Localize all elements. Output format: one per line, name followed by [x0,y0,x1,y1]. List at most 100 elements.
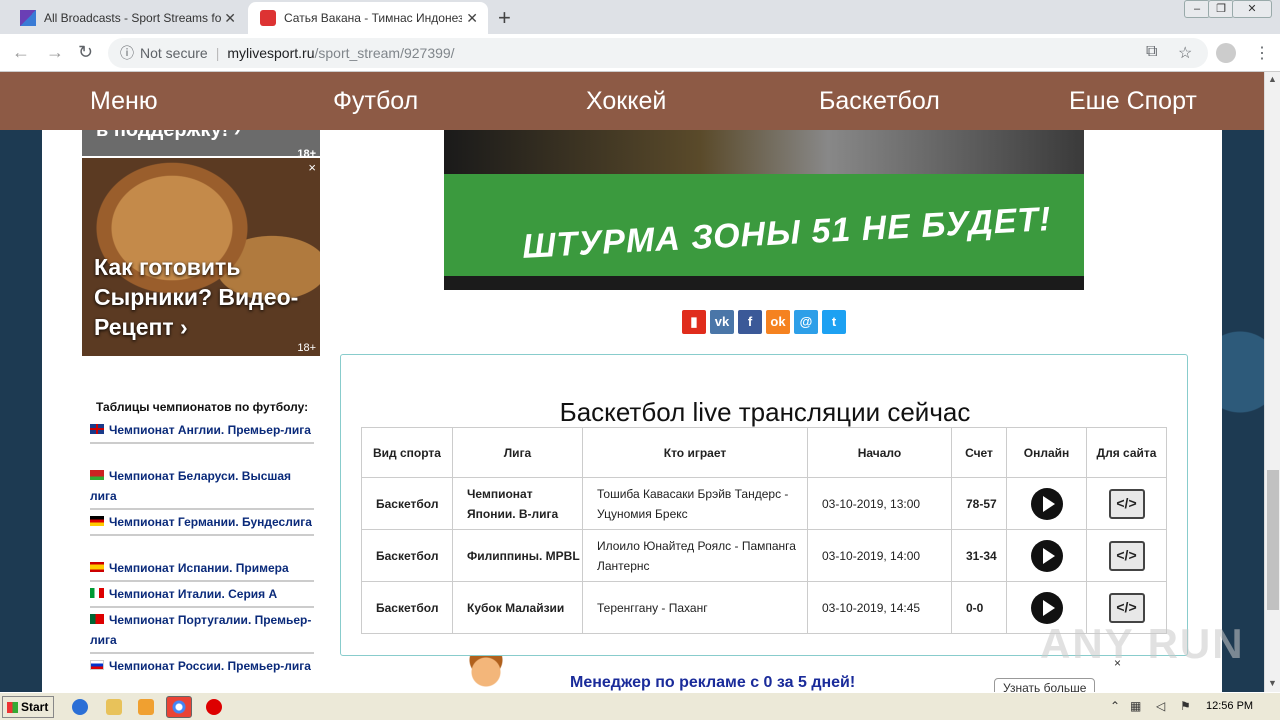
table-row[interactable]: Баскетбол Филиппины. MPBL Илоило Юнайтед… [361,529,1167,582]
nav-hockey[interactable]: Хоккей [586,87,666,116]
col-sport: Вид спорта [361,427,453,478]
cell-start: 03-10-2019, 13:00 [807,477,952,530]
profile-avatar[interactable] [1216,43,1236,63]
league-link[interactable]: Чемпионат Германии. Бундеслига [90,512,314,536]
forward-icon[interactable]: → [46,42,64,63]
cell-score: 78-57 [951,477,1007,530]
tab-title: All Broadcasts - Sport Streams for each [44,11,222,25]
play-icon[interactable] [1030,487,1063,520]
cell-embed: </> [1086,477,1167,530]
minimize-button[interactable]: – [1184,0,1210,18]
broadcasts-title: Баскетбол live трансляции сейчас [559,397,971,427]
menu-icon[interactable]: ⋮ [1254,43,1270,63]
clock: 12:56 PM [1206,700,1254,712]
odnoklassniki-icon[interactable]: ok [766,310,790,334]
league-label: Чемпионат Португалии. Премьер-лига [90,613,312,647]
vk-icon[interactable]: vk [710,310,734,334]
star-icon[interactable]: ☆ [1178,43,1192,63]
translate-icon[interactable]: ⧉ [1146,43,1157,61]
nav-menu[interactable]: Меню [90,87,158,116]
back-icon[interactable]: ← [12,42,30,63]
league-label: Чемпионат Италии. Серия А [109,587,278,601]
tab-current[interactable]: Сатья Вакана - Тимнас Индонезия ✕ [248,2,488,34]
address-bar[interactable]: ⓘ Not secure | mylivesport.ru/sport_stre… [108,38,1208,68]
close-icon[interactable]: × [308,160,316,175]
cell-sport: Баскетбол [361,581,453,634]
cell-teams: Тошиба Кавасаки Брэйв Тандерс - Уцуномия… [582,477,808,530]
cell-teams: Илоило Юнайтед Роялс - Пампанга Лантернс [582,529,808,582]
league-link[interactable]: Чемпионат Португалии. Премьер-лига [90,610,314,654]
col-league: Лига [452,427,583,478]
cell-online [1006,529,1087,582]
security-label: Not secure [140,45,208,61]
nav-more-sports[interactable]: Еше Спорт [1069,87,1197,116]
flag-by-icon [90,470,104,480]
promo-banner[interactable]: ШТУРМА ЗОНЫ 51 НЕ БУДЕТ! [444,130,1084,290]
sidebar-ad-food[interactable]: × Как готовить Сырники? Видео-Рецепт › 1… [82,158,320,356]
twitter-icon[interactable]: t [822,310,846,334]
info-icon[interactable]: ⓘ [120,43,134,63]
sidebar-ad-top[interactable]: в поддержку! › 18+ [82,130,320,156]
nav-basketball[interactable]: Баскетбол [819,87,940,116]
flag-es-icon [90,562,104,572]
reload-icon[interactable]: ↻ [78,42,93,63]
embed-code-icon[interactable]: </> [1108,488,1145,519]
col-teams: Кто играет [582,427,808,478]
league-label: Чемпионат Англии. Премьер-лига [109,423,311,437]
broadcasts-table: Вид спорта Лига Кто играет Начало Счет О… [361,427,1167,634]
embed-code-icon[interactable]: </> [1108,540,1145,571]
url-separator: | [215,45,220,61]
start-button[interactable]: Start [2,696,54,718]
league-link[interactable]: Чемпионат Беларуси. Высшая лига [90,466,314,510]
cell-start: 03-10-2019, 14:00 [807,529,952,582]
new-tab-button[interactable]: + [498,5,511,31]
url-host: mylivesport.ru [227,45,315,61]
banner-text: ШТУРМА ЗОНЫ 51 НЕ БУДЕТ! [521,200,1053,266]
bookmark-icon[interactable]: ▮ [682,310,706,334]
nav-football[interactable]: Футбол [333,87,418,116]
scroll-up-icon[interactable]: ▲ [1268,74,1277,84]
ie-icon[interactable] [72,699,88,715]
league-link[interactable]: Чемпионат Англии. Премьер-лига [90,420,314,444]
league-link[interactable]: Чемпионат Испании. Примера [90,558,314,582]
league-link[interactable]: Чемпионат России. Премьер-лига [90,656,314,678]
shield-alert-icon[interactable] [206,699,222,715]
media-player-icon[interactable] [138,699,154,715]
flag-it-icon [90,588,104,598]
cell-league: Кубок Малайзии [452,581,583,634]
tray-arrow-icon[interactable]: ⌃ [1110,699,1120,713]
bottom-ad[interactable]: Менеджер по рекламе с 0 за 5 дней! Узнат… [400,656,1136,698]
volume-icon[interactable]: ◁ [1156,699,1165,713]
flag-pt-icon [90,614,104,624]
close-icon[interactable]: ✕ [466,10,478,27]
play-icon[interactable] [1030,591,1063,624]
cell-embed: </> [1086,529,1167,582]
league-link[interactable]: Чемпионат Италии. Серия А [90,584,314,608]
moimir-icon[interactable]: @ [794,310,818,334]
window-close-button[interactable]: ✕ [1232,0,1272,18]
scrollbar[interactable]: ▲ ▼ [1264,72,1280,692]
close-icon[interactable]: ✕ [224,10,236,27]
scroll-thumb[interactable] [1267,470,1279,610]
tab-all-broadcasts[interactable]: All Broadcasts - Sport Streams for each … [8,2,246,34]
flag-icon[interactable]: ⚑ [1180,699,1191,713]
banner-image [444,130,1084,180]
table-row[interactable]: Баскетбол Чемпионат Японии. B-лига Тошиб… [361,477,1167,530]
age-badge: 18+ [297,342,316,354]
scroll-down-icon[interactable]: ▼ [1268,678,1277,688]
facebook-icon[interactable]: f [738,310,762,334]
tab-strip: All Broadcasts - Sport Streams for each … [0,0,1280,34]
folder-icon[interactable] [106,699,122,715]
flag-de-icon [90,516,104,526]
table-header-row: Вид спорта Лига Кто играет Начало Счет О… [361,427,1167,478]
embed-code-icon[interactable]: </> [1108,592,1145,623]
restore-button[interactable]: ❐ [1208,0,1234,18]
network-icon[interactable]: ▦ [1130,699,1141,713]
tab-title: Сатья Вакана - Тимнас Индонезия [284,11,462,25]
play-icon[interactable] [1030,539,1063,572]
cell-start: 03-10-2019, 14:45 [807,581,952,634]
col-embed: Для сайта [1086,427,1167,478]
league-label: Чемпионат Испании. Примера [109,561,289,575]
chrome-icon[interactable] [166,696,192,718]
ad-avatar [462,656,510,692]
